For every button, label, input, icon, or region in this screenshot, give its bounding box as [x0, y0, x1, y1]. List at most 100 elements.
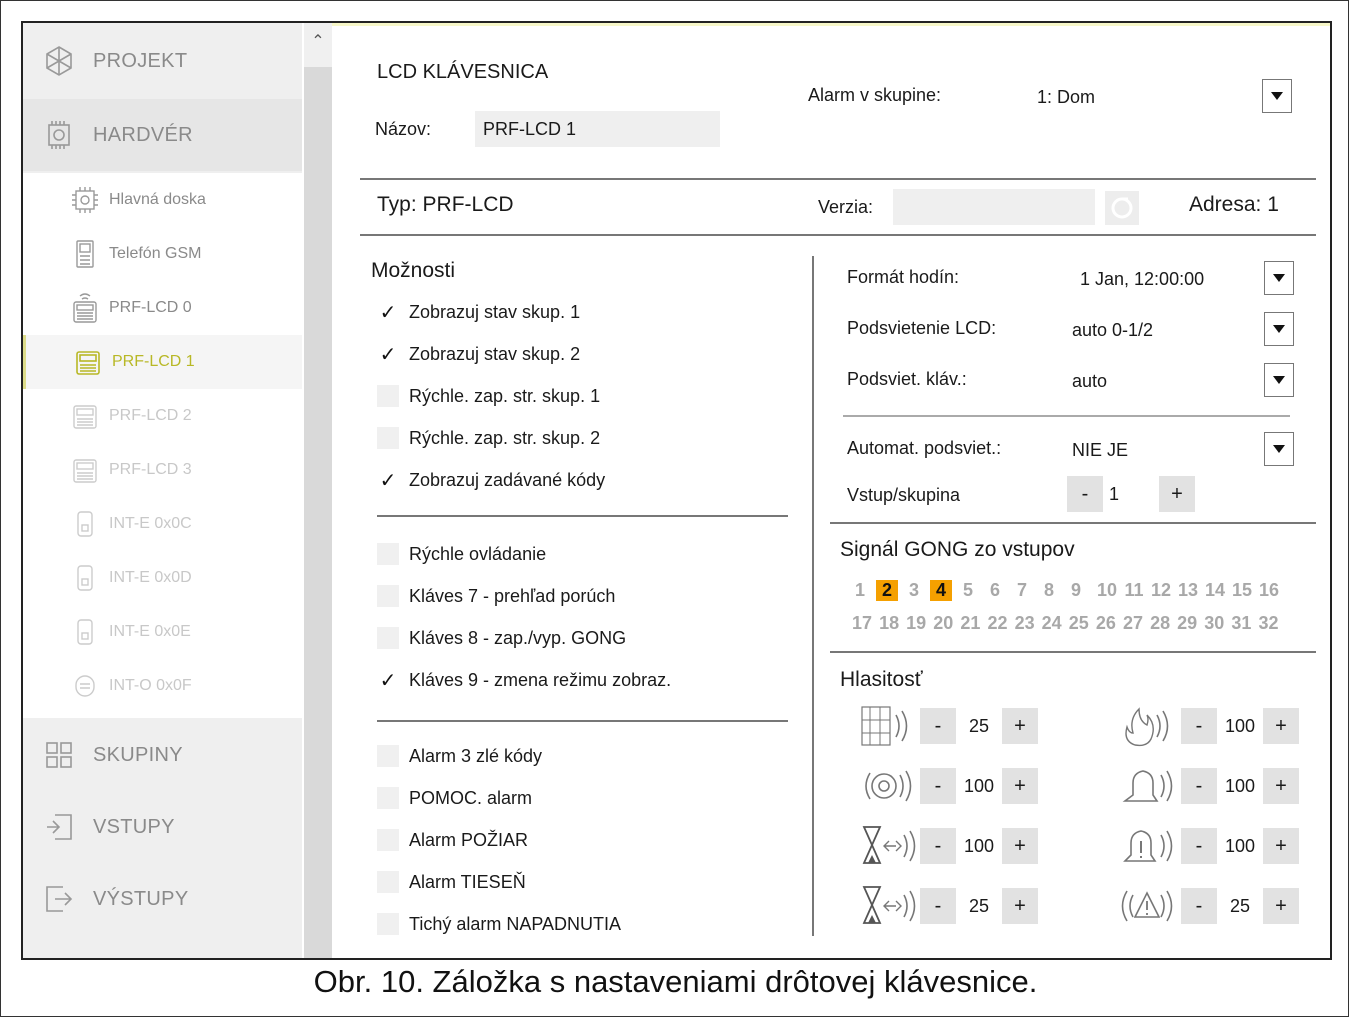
volume-value[interactable]: 100 — [1217, 708, 1263, 744]
sidebar-section-project[interactable]: PROJEKT — [23, 25, 302, 97]
gong-input-number[interactable]: 26 — [1093, 613, 1119, 634]
scroll-up-arrow-icon[interactable]: ⌃ — [304, 23, 332, 67]
sidebar-item-prf-lcd-2[interactable]: PRF-LCD 2 — [23, 389, 302, 443]
decrement-button[interactable]: - — [1067, 476, 1103, 512]
gong-input-number[interactable]: 15 — [1229, 580, 1255, 601]
sidebar-item-gsm[interactable]: Telefón GSM — [23, 227, 302, 281]
gong-input-number[interactable]: 10 — [1094, 580, 1120, 601]
decrement-button[interactable]: - — [920, 888, 956, 924]
increment-button[interactable]: + — [1263, 828, 1299, 864]
gong-input-number[interactable]: 3 — [903, 580, 925, 601]
sidebar-item-prf-lcd-3[interactable]: PRF-LCD 3 — [23, 443, 302, 497]
decrement-button[interactable]: - — [1181, 768, 1217, 804]
sidebar-item-int-e-0x0c[interactable]: INT-E 0x0C — [23, 497, 302, 551]
increment-button[interactable]: + — [1159, 476, 1195, 512]
gong-input-number[interactable]: 1 — [849, 580, 871, 601]
gong-input-number[interactable]: 18 — [876, 613, 902, 634]
gong-input-number[interactable]: 7 — [1011, 580, 1033, 601]
gong-input-number[interactable]: 24 — [1039, 613, 1065, 634]
sidebar-item-mainboard[interactable]: Hlavná doska — [23, 173, 302, 227]
checkmark-icon[interactable]: ✓ — [377, 669, 399, 692]
gong-input-number[interactable]: 4 — [930, 580, 952, 601]
increment-button[interactable]: + — [1002, 768, 1038, 804]
checkbox[interactable] — [377, 829, 399, 851]
checkmark-icon[interactable]: ✓ — [377, 469, 399, 492]
refresh-icon[interactable] — [1105, 191, 1139, 225]
gong-input-number[interactable]: 6 — [984, 580, 1006, 601]
volume-value[interactable]: 100 — [956, 768, 1002, 804]
gong-input-number[interactable]: 8 — [1038, 580, 1060, 601]
gong-input-number[interactable]: 22 — [985, 613, 1011, 634]
checkbox[interactable] — [377, 427, 399, 449]
sidebar-section-groups[interactable]: SKUPINY — [23, 719, 302, 791]
sidebar-section-hardware[interactable]: HARDVÉR — [23, 99, 302, 171]
sidebar-item-int-e-0x0e[interactable]: INT-E 0x0E — [23, 605, 302, 659]
checkbox[interactable] — [377, 543, 399, 565]
sidebar-item-int-o-0x0f[interactable]: INT-O 0x0F — [23, 659, 302, 713]
option-checkbox-row[interactable]: ✓ Kláves 9 - zmena režimu zobraz. — [377, 665, 672, 695]
checkbox[interactable] — [377, 627, 399, 649]
gong-input-number[interactable]: 9 — [1065, 580, 1087, 601]
gong-input-number[interactable]: 21 — [957, 613, 983, 634]
gong-input-number[interactable]: 11 — [1121, 580, 1147, 601]
gong-input-number[interactable]: 23 — [1012, 613, 1038, 634]
option-checkbox-row[interactable]: Alarm TIESEŇ — [377, 867, 526, 897]
option-checkbox-row[interactable]: Rýchle. zap. str. skup. 1 — [377, 381, 600, 411]
increment-button[interactable]: + — [1002, 708, 1038, 744]
input-group-value[interactable]: 1 — [1103, 476, 1159, 512]
key-backlight-dropdown[interactable] — [1264, 363, 1294, 397]
volume-value[interactable]: 100 — [1217, 828, 1263, 864]
lcd-backlight-dropdown[interactable] — [1264, 312, 1294, 346]
decrement-button[interactable]: - — [920, 708, 956, 744]
alarm-group-dropdown[interactable] — [1262, 79, 1292, 113]
checkbox[interactable] — [377, 385, 399, 407]
volume-value[interactable]: 100 — [956, 828, 1002, 864]
increment-button[interactable]: + — [1263, 888, 1299, 924]
name-input[interactable]: PRF-LCD 1 — [475, 111, 720, 147]
decrement-button[interactable]: - — [1181, 828, 1217, 864]
gong-input-number[interactable]: 31 — [1228, 613, 1254, 634]
volume-value[interactable]: 25 — [956, 888, 1002, 924]
gong-input-number[interactable]: 30 — [1201, 613, 1227, 634]
sidebar-item-prf-lcd-0[interactable]: PRF-LCD 0 — [23, 281, 302, 335]
gong-input-number[interactable]: 19 — [903, 613, 929, 634]
option-checkbox-row[interactable]: ✓ Zobrazuj zadávané kódy — [377, 465, 606, 495]
checkbox[interactable] — [377, 745, 399, 767]
checkbox[interactable] — [377, 913, 399, 935]
option-checkbox-row[interactable]: Rýchle ovládanie — [377, 539, 546, 569]
auto-backlight-dropdown[interactable] — [1264, 432, 1294, 466]
option-checkbox-row[interactable]: Kláves 7 - prehľad porúch — [377, 581, 615, 611]
decrement-button[interactable]: - — [1181, 888, 1217, 924]
gong-input-number[interactable]: 12 — [1148, 580, 1174, 601]
option-checkbox-row[interactable]: Alarm POŽIAR — [377, 825, 528, 855]
gong-input-number[interactable]: 27 — [1120, 613, 1146, 634]
gong-input-number[interactable]: 5 — [957, 580, 979, 601]
gong-input-number[interactable]: 17 — [849, 613, 875, 634]
option-checkbox-row[interactable]: POMOC. alarm — [377, 783, 532, 813]
increment-button[interactable]: + — [1002, 828, 1038, 864]
volume-value[interactable]: 25 — [956, 708, 1002, 744]
gong-input-number[interactable]: 2 — [876, 580, 898, 601]
volume-value[interactable]: 100 — [1217, 768, 1263, 804]
increment-button[interactable]: + — [1263, 768, 1299, 804]
option-checkbox-row[interactable]: Tichý alarm NAPADNUTIA — [377, 909, 621, 939]
gong-input-number[interactable]: 28 — [1147, 613, 1173, 634]
sidebar-section-outputs[interactable]: VÝSTUPY — [23, 863, 302, 935]
checkbox[interactable] — [377, 787, 399, 809]
clock-format-dropdown[interactable] — [1264, 261, 1294, 295]
checkbox[interactable] — [377, 585, 399, 607]
sidebar-section-inputs[interactable]: VSTUPY — [23, 791, 302, 863]
sidebar-item-prf-lcd-1[interactable]: PRF-LCD 1 — [23, 335, 302, 389]
checkbox[interactable] — [377, 871, 399, 893]
checkmark-icon[interactable]: ✓ — [377, 301, 399, 324]
option-checkbox-row[interactable]: Alarm 3 zlé kódy — [377, 741, 542, 771]
option-checkbox-row[interactable]: ✓ Zobrazuj stav skup. 2 — [377, 339, 580, 369]
gong-input-number[interactable]: 29 — [1174, 613, 1200, 634]
option-checkbox-row[interactable]: ✓ Zobrazuj stav skup. 1 — [377, 297, 580, 327]
gong-input-number[interactable]: 14 — [1202, 580, 1228, 601]
gong-input-number[interactable]: 13 — [1175, 580, 1201, 601]
option-checkbox-row[interactable]: Rýchle. zap. str. skup. 2 — [377, 423, 600, 453]
sidebar-item-int-e-0x0d[interactable]: INT-E 0x0D — [23, 551, 302, 605]
option-checkbox-row[interactable]: Kláves 8 - zap./vyp. GONG — [377, 623, 626, 653]
gong-input-number[interactable]: 25 — [1066, 613, 1092, 634]
